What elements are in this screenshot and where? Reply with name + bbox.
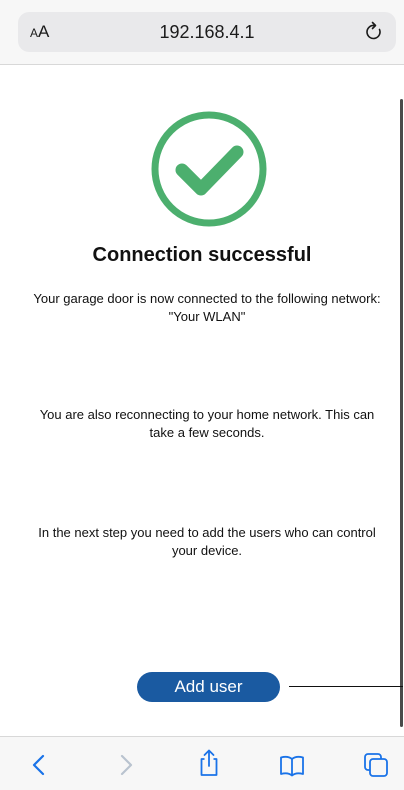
url-field[interactable]: AA 192.168.4.1 bbox=[18, 12, 396, 52]
book-icon[interactable] bbox=[278, 751, 306, 779]
connected-message: Your garage door is now connected to the… bbox=[33, 291, 381, 324]
next-step-message: In the next step you need to add the use… bbox=[38, 525, 376, 558]
browser-toolbar bbox=[0, 736, 404, 790]
reconnecting-message: You are also reconnecting to your home n… bbox=[39, 407, 375, 440]
reload-icon[interactable] bbox=[362, 20, 386, 44]
chevron-left-icon[interactable] bbox=[26, 751, 54, 779]
chevron-right-icon[interactable] bbox=[111, 751, 139, 779]
checkmark-circle-icon bbox=[150, 110, 268, 228]
add-user-button[interactable]: Add user bbox=[137, 672, 280, 702]
tabs-icon[interactable] bbox=[362, 751, 390, 779]
scrollbar[interactable] bbox=[400, 99, 403, 727]
url-text: 192.168.4.1 bbox=[159, 22, 255, 42]
page-title: Connection successful bbox=[92, 244, 312, 266]
pointer-line bbox=[289, 686, 403, 687]
share-icon[interactable] bbox=[195, 748, 223, 776]
browser-address-bar: AA 192.168.4.1 bbox=[0, 0, 404, 65]
